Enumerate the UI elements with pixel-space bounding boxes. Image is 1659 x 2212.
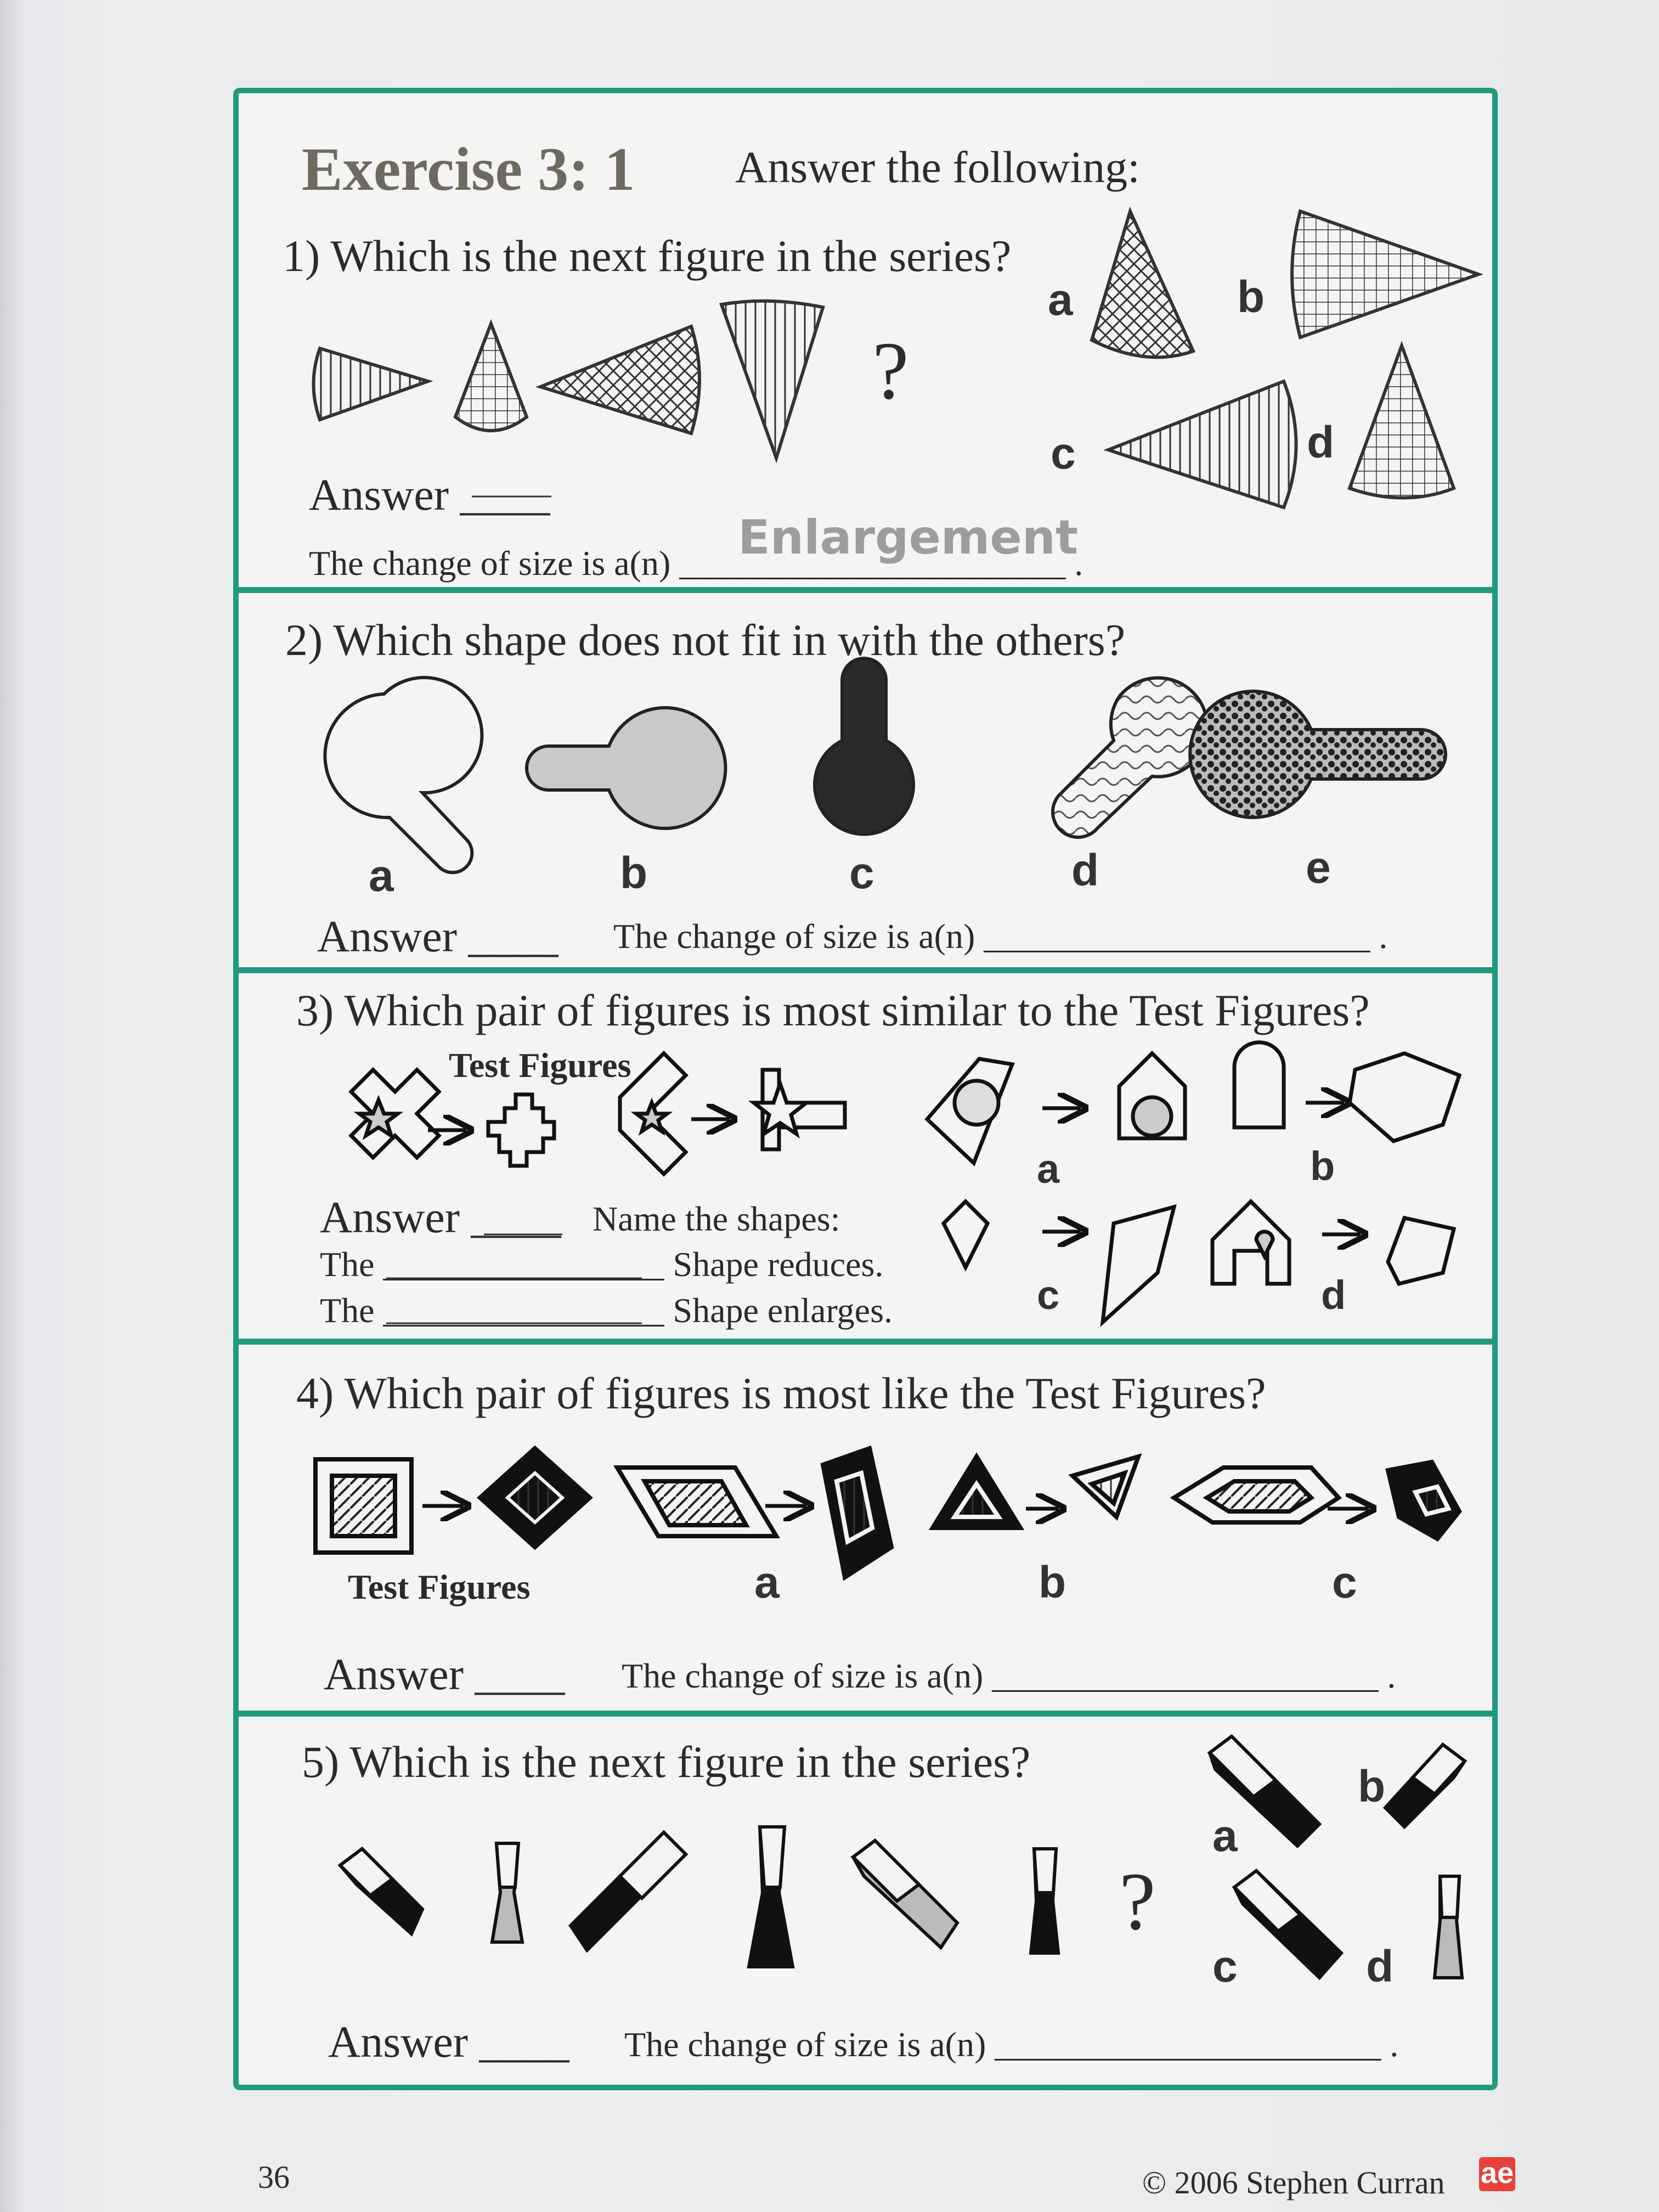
- q1-option-figure: [1090, 206, 1483, 510]
- q1-series-figure: [312, 299, 825, 464]
- q5-series-figure: [337, 1825, 1060, 1968]
- q3-arrow: [428, 1103, 1361, 1234]
- q2-shape: [323, 657, 1447, 874]
- q3-answer-lines: [386, 1233, 642, 1324]
- q4-option-figure: [613, 1445, 1462, 1581]
- q3-option-figure: [924, 1040, 1462, 1327]
- q5-option-figure: [1207, 1734, 1468, 1980]
- figures-artwork: [312, 206, 1483, 1980]
- q3-test-figure: [348, 1051, 847, 1177]
- workbook-page: Exercise 3: 1 Answer the following: 1) W…: [0, 0, 1659, 2212]
- q4-test-figure: [313, 1445, 593, 1555]
